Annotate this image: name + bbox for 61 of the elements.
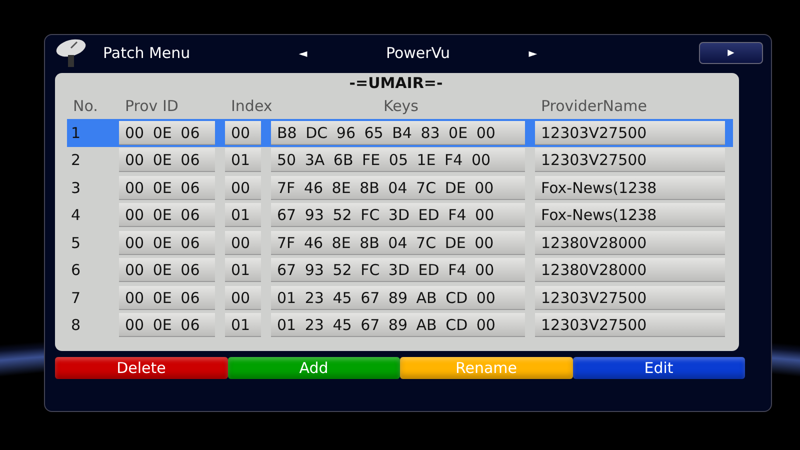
table-cell: 00 0E 06 [119, 286, 215, 310]
table-cell: 00 [225, 120, 261, 145]
table-cell: 12303V27500 [535, 313, 725, 338]
row-number: 3 [70, 178, 82, 197]
right-arrow[interactable]: ► [513, 46, 553, 60]
row-number: 5 [70, 234, 82, 252]
column-header: No. [72, 97, 99, 115]
table-cell: 00 0E 06 [119, 148, 215, 172]
row-number: 8 [70, 316, 82, 334]
table-cell: 01 [225, 203, 261, 228]
table-cell: B8 DC 96 65 B4 83 0E 00 [271, 120, 525, 145]
table-cell: 01 23 45 67 89 AB CD 00 [271, 313, 525, 338]
row-number: 2 [70, 151, 82, 170]
table-row[interactable]: 1 00 0E 06 00 B8 DC 96 65 B4 83 0E 00 12303V27500 [67, 119, 733, 146]
table-cell: 12303V27500 [535, 286, 725, 310]
table-cell: 00 [225, 286, 261, 310]
row-number: 7 [70, 288, 82, 307]
table-cell: 00 0E 06 [119, 230, 215, 255]
color-key-button[interactable]: Edit [572, 357, 745, 379]
table-cell: 7F 46 8E 8B 04 7C DE 00 [271, 230, 525, 255]
panel-title: -=UMAIR=- [348, 73, 444, 93]
table-cell: 01 23 45 67 89 AB CD 00 [271, 286, 525, 310]
table-row[interactable]: 4 00 0E 06 01 67 93 52 FC 3D ED F4 00 Fox-News(1238 [67, 202, 733, 229]
table-row[interactable]: 8 00 0E 06 01 01 23 45 67 89 AB CD 00 12303V27500 [67, 312, 733, 339]
table-cell: Fox-News(1238 [535, 203, 725, 228]
row-number: 6 [70, 261, 82, 280]
table-cell: 00 [225, 176, 261, 200]
table-cell: 01 [225, 148, 261, 172]
row-number: 4 [70, 206, 82, 224]
column-header: Keys [382, 97, 420, 115]
next-button[interactable]: ► [699, 42, 763, 64]
table-cell: 12303V27500 [535, 148, 725, 172]
left-arrow[interactable]: ◄ [283, 46, 323, 60]
table-cell: 00 [225, 230, 261, 255]
table-cell: 7F 46 8E 8B 04 7C DE 00 [271, 176, 525, 200]
patch-type-selector[interactable]: PowerVu [323, 44, 513, 62]
table-cell: 01 [225, 258, 261, 282]
table-cell: 12303V27500 [535, 120, 725, 145]
table-cell: 12380V28000 [535, 230, 725, 255]
color-key-button[interactable]: Delete [55, 357, 228, 379]
table-cell: 00 0E 06 [119, 203, 215, 228]
column-header: Index [230, 97, 271, 115]
column-header: Prov ID [124, 97, 180, 115]
table-row[interactable]: 6 00 0E 06 01 67 93 52 FC 3D ED F4 00 12380V28000 [67, 256, 733, 284]
table-cell: 01 [225, 313, 261, 338]
table-row[interactable]: 3 00 0E 06 00 7F 46 8E 8B 04 7C DE 00 Fox-News(1238 [67, 174, 733, 202]
table-cell: 00 0E 06 [119, 313, 215, 338]
table-cell: 50 3A 6B FE 05 1E F4 00 [271, 148, 525, 172]
table-cell: 67 93 52 FC 3D ED F4 00 [271, 258, 525, 282]
table-cell: 67 93 52 FC 3D ED F4 00 [271, 203, 525, 228]
table-row[interactable]: 5 00 0E 06 00 7F 46 8E 8B 04 7C DE 00 12380V28000 [67, 229, 733, 256]
column-header: ProviderName [540, 97, 648, 115]
row-number: 1 [70, 124, 82, 142]
table-cell: 00 0E 06 [119, 120, 215, 145]
table-cell: Fox-News(1238 [535, 176, 725, 200]
table-row[interactable]: 2 00 0E 06 01 50 3A 6B FE 05 1E F4 00 12303V27500 [67, 146, 733, 174]
table-cell: 12380V28000 [535, 258, 725, 282]
table-row[interactable]: 7 00 0E 06 00 01 23 45 67 89 AB CD 00 12303V27500 [67, 284, 733, 312]
table-cell: 00 0E 06 [119, 176, 215, 200]
menu-title: Patch Menu [103, 44, 192, 62]
table-cell: 00 0E 06 [119, 258, 215, 282]
